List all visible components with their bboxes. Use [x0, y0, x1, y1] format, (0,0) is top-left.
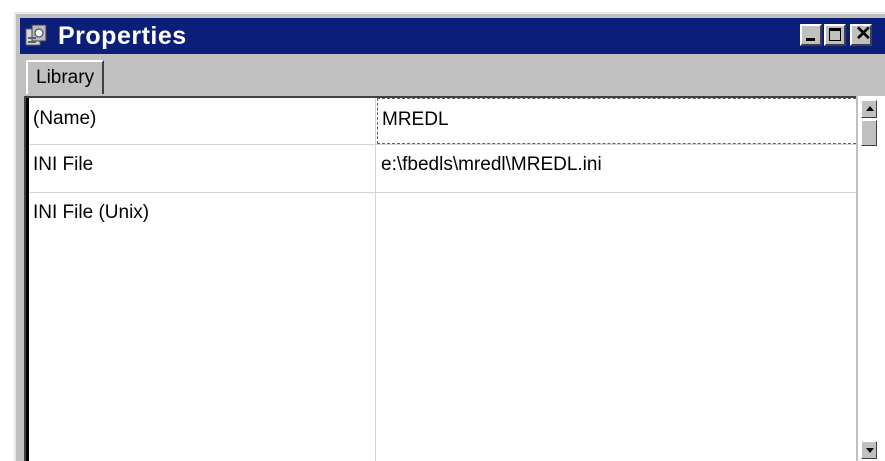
property-name: INI File (Unix): [26, 192, 376, 461]
property-name: INI File: [26, 144, 376, 192]
properties-window: Properties ✕ Library (Name) MREDL INI Fi…: [14, 12, 885, 461]
property-row[interactable]: INI File (Unix): [26, 192, 856, 461]
property-row[interactable]: (Name) MREDL: [26, 98, 856, 145]
window-title: Properties: [58, 22, 187, 50]
vertical-scrollbar[interactable]: [858, 96, 885, 461]
scroll-down-button[interactable]: [861, 441, 877, 459]
property-value-input[interactable]: [377, 192, 856, 461]
minimize-button[interactable]: [800, 24, 822, 46]
property-value-input[interactable]: e:\fbedls\mredl\MREDL.ini: [377, 144, 856, 192]
maximize-button[interactable]: [824, 24, 846, 46]
tab-library[interactable]: Library: [26, 60, 105, 94]
close-button[interactable]: ✕: [850, 23, 872, 46]
title-bar[interactable]: Properties ✕: [20, 18, 885, 54]
property-row[interactable]: INI File e:\fbedls\mredl\MREDL.ini: [26, 144, 856, 193]
close-icon: ✕: [855, 23, 872, 45]
property-name: (Name): [26, 98, 376, 144]
properties-icon: [25, 24, 47, 46]
tab-strip: Library: [20, 56, 885, 96]
scroll-up-button[interactable]: [861, 100, 877, 118]
scroll-thumb[interactable]: [861, 120, 877, 146]
property-value-input[interactable]: MREDL: [377, 98, 856, 144]
property-grid: (Name) MREDL INI File e:\fbedls\mredl\MR…: [24, 96, 856, 461]
